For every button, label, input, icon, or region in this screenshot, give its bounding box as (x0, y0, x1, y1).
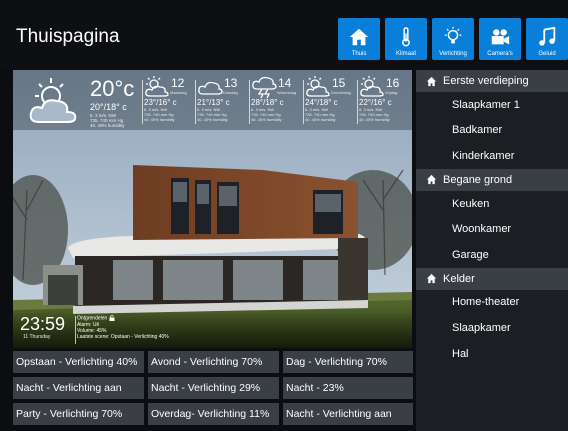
scene-button-wake-up[interactable]: Opstaan - Verlichting 40% (13, 351, 144, 373)
thermometer-icon (402, 27, 410, 47)
current-temperature: 20°c (90, 76, 135, 101)
thunder-cloud-icon (252, 76, 277, 98)
room-kitchen[interactable]: Keuken (416, 191, 568, 217)
forecast-details: 6. 3 m/s. NW 735. 740 mm Hg 40. 40% humi… (305, 107, 336, 122)
forecast-day-name: Woensdag (277, 90, 297, 95)
camera-icon (491, 29, 510, 45)
room-home-theater[interactable]: Home-theater (416, 290, 568, 316)
forecast-details: 6. 3 m/s. NW 735. 740 mm Hg 40. 40% humi… (251, 107, 282, 122)
forecast-day-5: 16 Vrijdag 22°/16° c 6. 3 m/s. NW 735. 7… (359, 76, 412, 128)
forecast-day-number: 13 (224, 76, 238, 90)
room-sidebar: Eerste verdieping Slaapkamer 1 Badkamer … (416, 70, 568, 431)
forecast-temp-range: 22°/16° c (359, 98, 392, 107)
forecast-day-2: 13 Dinsdag 21°/13° c 6. 3 m/s. NW 735. 7… (197, 76, 252, 128)
weather-divider (195, 80, 196, 124)
forecast-day-name: Donderdag (331, 90, 351, 95)
home-icon (349, 28, 369, 46)
scene-button-daytime[interactable]: Overdag- Verlichting 11% (148, 403, 279, 425)
home-icon (426, 175, 437, 185)
nav-cameras-button[interactable]: Camera's (479, 18, 521, 60)
room-bedroom-1[interactable]: Slaapkamer 1 (416, 92, 568, 118)
forecast-day-4: 15 Donderdag 24°/18° c 6. 3 m/s. NW 735.… (305, 76, 360, 128)
forecast-day-number: 14 (278, 76, 292, 90)
forecast-day-name: Dinsdag (223, 90, 238, 95)
forecast-day-1: 12 Maandag 23°/16° c 6. 3 m/s. NW 735. 7… (144, 76, 199, 128)
scene-row: Party - Verlichting 70% Overdag- Verlich… (13, 403, 413, 425)
cloud-icon (198, 81, 223, 95)
scene-button-party[interactable]: Party - Verlichting 70% (13, 403, 144, 425)
floor-header-basement[interactable]: Kelder (416, 267, 568, 290)
sun-cloud-icon (145, 76, 169, 97)
floor-header-first[interactable]: Eerste verdieping (416, 70, 568, 92)
forecast-day-name: Vrijdag (385, 90, 398, 95)
forecast-day-3: 14 Woensdag 28°/18° c 6. 3 m/s. NW 735. … (251, 76, 306, 128)
room-garage[interactable]: Garage (416, 242, 568, 268)
floor-label: Begane grond (443, 173, 513, 186)
page-title: Thuispagina (16, 26, 120, 47)
sun-cloud-icon (360, 76, 384, 97)
status-divider (75, 316, 76, 344)
weather-divider (142, 80, 143, 124)
floor-label: Kelder (443, 272, 475, 285)
floor-header-ground[interactable]: Begane grond (416, 168, 568, 191)
lightbulb-icon (444, 26, 462, 44)
forecast-temp-range: 23°/16° c (144, 98, 177, 107)
status-overlay (13, 313, 412, 348)
partly-cloudy-icon (29, 78, 77, 123)
weather-divider (249, 80, 250, 124)
room-bathroom[interactable]: Badkamer (416, 118, 568, 144)
nav-home-label: Thuis (351, 51, 367, 57)
clock-time: 23:59 (20, 314, 66, 334)
unlock-label: Ontgrendelen (77, 315, 108, 322)
scene-row: Nacht - Verlichting aan Nacht - Verlicht… (13, 377, 413, 399)
forecast-temp-range: 24°/18° c (305, 98, 338, 107)
room-living-room[interactable]: Woonkamer (416, 216, 568, 242)
top-bar: Thuispagina Thuis Klimaat Verlichting Ca… (0, 0, 568, 70)
forecast-details: 6. 3 m/s. NW 735. 740 mm Hg 40. 40% humi… (359, 107, 390, 122)
scene-button-night-lights-on-2[interactable]: Nacht - Verlichting aan (283, 403, 413, 425)
house-photo-panel: 20°c 20°/18° c 6. 3 m/s. NW 735. 740 mm … (13, 70, 412, 348)
nav-sound-button[interactable]: Geluid (526, 18, 568, 60)
current-temp-range: 20°/18° c (90, 102, 127, 112)
nav-lighting-label: Verlichting (439, 51, 467, 57)
scene-button-night-23[interactable]: Nacht - 23% (283, 377, 413, 399)
weather-forecast: 20°c 20°/18° c 6. 3 m/s. NW 735. 740 mm … (13, 70, 412, 130)
lock-icon (109, 315, 115, 321)
scene-button-evening[interactable]: Avond - Verlichting 70% (148, 351, 279, 373)
home-icon (426, 273, 437, 284)
nav-sound-label: Geluid (538, 51, 556, 57)
clock-date: 11 Thursday (23, 334, 51, 340)
forecast-details: 6. 3 m/s. NW 735. 740 mm Hg 40. 40% humi… (197, 107, 228, 122)
nav-climate-label: Klimaat (395, 51, 416, 57)
scene-button-night-lights-on[interactable]: Nacht - Verlichting aan (13, 377, 144, 399)
weather-divider (303, 80, 304, 124)
system-status: Ontgrendelen Alarm: Uit Volume: 45% Laat… (77, 315, 169, 340)
forecast-details: 6. 3 m/s. NW 735. 740 mm Hg 40. 40% humi… (144, 107, 175, 122)
scene-button-night-29[interactable]: Nacht - Verlichting 29% (148, 377, 279, 399)
main-nav: Thuis Klimaat Verlichting Camera's Gelui… (338, 18, 568, 60)
forecast-day-name: Maandag (170, 90, 187, 95)
nav-lighting-button[interactable]: Verlichting (432, 18, 474, 60)
room-bedroom[interactable]: Slaapkamer (416, 315, 568, 341)
scene-row: Opstaan - Verlichting 40% Avond - Verlic… (13, 351, 413, 373)
forecast-day-number: 15 (332, 76, 346, 90)
nav-cameras-label: Camera's (487, 51, 513, 57)
forecast-temp-range: 21°/13° c (197, 98, 230, 107)
scene-grid: Opstaan - Verlichting 40% Avond - Verlic… (13, 351, 413, 429)
forecast-day-number: 16 (386, 76, 400, 90)
weather-divider (357, 80, 358, 124)
room-hall[interactable]: Hal (416, 341, 568, 367)
last-scene-status: Laatste scene: Opstaan - Verlichting 40% (77, 333, 169, 340)
music-icon (539, 26, 556, 46)
forecast-day-number: 12 (171, 76, 185, 90)
weather-current: 20°c 20°/18° c 6. 3 m/s. NW 735. 740 mm … (27, 76, 145, 128)
nav-home-button[interactable]: Thuis (338, 18, 380, 60)
floor-label: Eerste verdieping (443, 75, 529, 87)
scene-button-day[interactable]: Dag - Verlichting 70% (283, 351, 413, 373)
sun-cloud-icon (306, 76, 330, 97)
home-icon (426, 76, 437, 86)
forecast-temp-range: 28°/18° c (251, 98, 284, 107)
room-kids-room[interactable]: Kinderkamer (416, 143, 568, 169)
nav-climate-button[interactable]: Klimaat (385, 18, 427, 60)
